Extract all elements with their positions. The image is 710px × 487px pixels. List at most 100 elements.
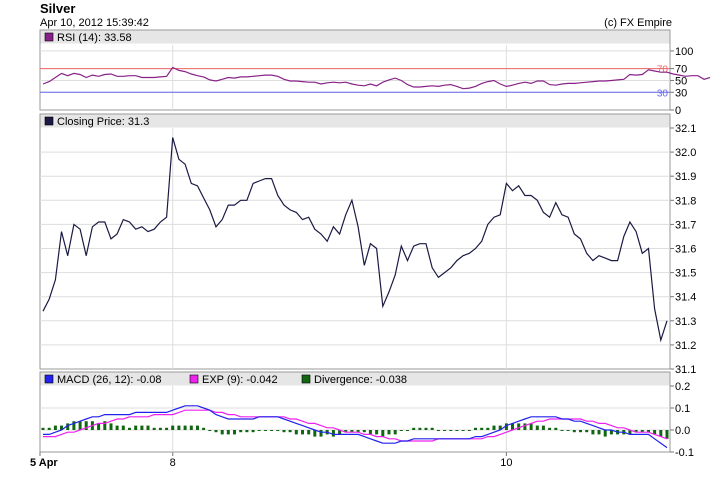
silver-chart: 030507010031.131.231.331.431.531.631.731… [30, 29, 710, 469]
divergence-bar-66 [449, 430, 453, 431]
divergence-bar-31 [233, 430, 236, 435]
ytick-label-price-2: 31.3 [675, 316, 696, 328]
ytick-label-price-8: 31.9 [675, 171, 696, 183]
divergence-bar-81 [541, 425, 545, 430]
divergence-bar-61 [418, 427, 422, 430]
divergence-bar-47 [331, 430, 335, 437]
divergence-bar-91 [603, 430, 607, 437]
divergence-bar-63 [430, 427, 434, 430]
divergence-bar-85 [566, 430, 570, 431]
divergence-bar-12 [115, 425, 119, 430]
divergence-bar-88 [585, 430, 589, 433]
ytick-label-price-4: 31.5 [675, 268, 696, 280]
ytick-label-rsi-3: 70 [675, 64, 687, 76]
divergence-bar-23 [183, 425, 187, 430]
divergence-bar-39 [282, 430, 286, 433]
xtick-label-0: 5 Apr [30, 457, 58, 469]
rsi-legend-swatch [44, 32, 54, 42]
ytick-label-macd-1: 0.0 [675, 425, 690, 437]
divergence-bar-57 [393, 430, 397, 435]
ytick-label-price-9: 32.0 [675, 147, 696, 159]
divergence-bar-54 [375, 430, 379, 435]
ytick-label-rsi-1: 30 [675, 87, 687, 99]
price-legend-swatch [44, 116, 54, 126]
divergence-bar-37 [270, 430, 274, 431]
divergence-bar-42 [301, 430, 304, 435]
xtick-label-1: 8 [170, 457, 176, 469]
divergence-bar-34 [251, 430, 255, 433]
divergence-bar-43 [307, 430, 311, 435]
divergence-bar-77 [517, 423, 521, 430]
ytick-label-rsi-2: 50 [675, 75, 687, 87]
exp-legend-label: EXP (9): -0.042 [202, 374, 278, 386]
divergence-bar-41 [294, 430, 298, 435]
divergence-bar-72 [486, 427, 490, 430]
divergence-bar-82 [548, 427, 552, 430]
ytick-label-price-6: 31.7 [675, 219, 696, 231]
divergence-bar-69 [467, 430, 471, 431]
ytick-label-macd-3: 0.2 [675, 381, 690, 393]
divergence-bar-60 [412, 427, 416, 430]
divergence-bar-11 [109, 423, 113, 430]
divergence-bar-89 [591, 430, 595, 435]
ytick-label-price-0: 31.1 [675, 364, 696, 376]
divergence-bar-78 [523, 423, 527, 430]
xtick-label-2: 10 [500, 457, 512, 469]
divergence-bar-35 [257, 430, 261, 431]
divergence-bar-36 [263, 430, 267, 431]
ytick-label-macd-0: -0.1 [675, 447, 694, 459]
rsi-legend-label: RSI (14): 33.58 [57, 32, 132, 44]
divergence-bar-16 [140, 425, 144, 430]
divergence-bar-56 [387, 430, 391, 435]
divergence-bar-52 [362, 430, 366, 433]
ytick-label-rsi-0: 0 [675, 105, 681, 117]
divergence-bar-0 [41, 427, 45, 430]
divergence-legend-label: Divergence: -0.038 [314, 374, 407, 386]
divergence-bar-6 [78, 421, 82, 430]
divergence-bar-33 [245, 430, 249, 433]
rsi-reference-label-30: 30 [657, 88, 669, 99]
divergence-bar-32 [239, 430, 243, 433]
divergence-bar-13 [121, 425, 125, 430]
ytick-label-price-10: 32.1 [675, 123, 696, 135]
divergence-bar-19 [158, 427, 162, 430]
divergence-bar-21 [171, 425, 175, 430]
divergence-bar-59 [406, 430, 409, 431]
ytick-label-macd-2: 0.1 [675, 403, 690, 415]
divergence-bar-38 [276, 430, 280, 431]
ytick-label-price-3: 31.4 [675, 292, 696, 304]
divergence-bar-83 [554, 427, 558, 430]
divergence-bar-62 [424, 427, 428, 430]
divergence-bar-86 [572, 430, 576, 433]
price-legend-label: Closing Price: 31.3 [57, 116, 149, 128]
divergence-legend-swatch [301, 374, 311, 384]
divergence-bar-84 [560, 430, 564, 431]
divergence-bar-87 [579, 430, 582, 433]
divergence-bar-67 [455, 430, 459, 431]
divergence-bar-80 [535, 425, 539, 430]
divergence-bar-55 [381, 430, 385, 437]
ytick-label-price-5: 31.6 [675, 244, 696, 256]
divergence-bar-65 [443, 430, 447, 431]
divergence-bar-73 [492, 425, 496, 430]
divergence-bar-15 [134, 425, 138, 430]
divergence-bar-68 [461, 430, 465, 431]
divergence-bar-20 [165, 427, 169, 430]
divergence-bar-45 [319, 430, 323, 437]
divergence-bar-64 [436, 430, 440, 431]
divergence-bar-40 [288, 430, 292, 433]
divergence-bar-24 [189, 425, 193, 430]
divergence-bar-22 [177, 425, 181, 430]
divergence-bar-26 [202, 427, 206, 430]
divergence-bar-25 [196, 425, 199, 430]
divergence-bar-27 [208, 430, 212, 431]
divergence-bar-58 [399, 430, 403, 431]
divergence-bar-17 [146, 425, 150, 430]
divergence-bar-30 [226, 430, 230, 435]
divergence-bar-1 [47, 427, 51, 430]
exp-legend-swatch [189, 374, 199, 384]
divergence-bar-71 [480, 427, 484, 430]
divergence-bar-2 [53, 425, 57, 430]
divergence-bar-28 [214, 430, 218, 433]
divergence-bar-101 [665, 430, 669, 439]
